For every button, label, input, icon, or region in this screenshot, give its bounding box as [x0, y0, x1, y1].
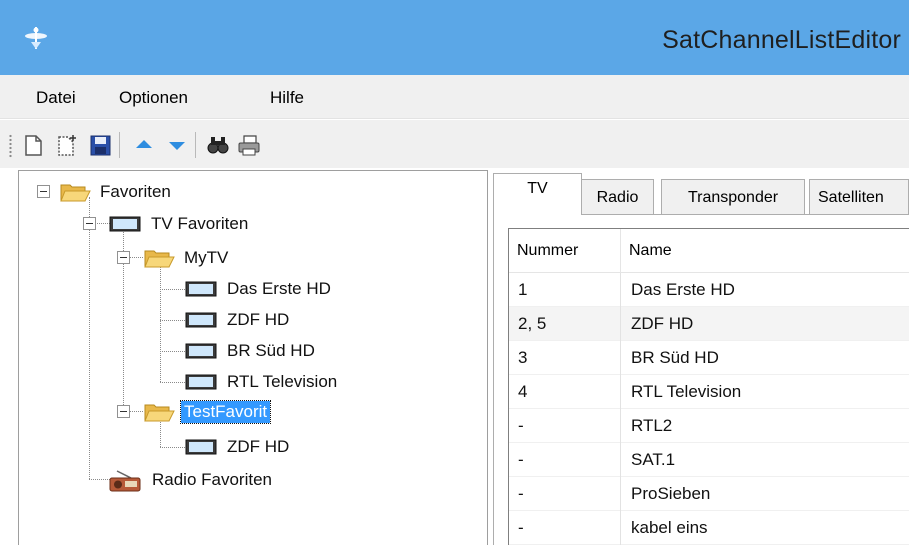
cell-nummer: - [509, 409, 621, 443]
tree-node-tv-favoriten[interactable]: TV Favoriten [109, 211, 251, 237]
tree-label: RTL Television [227, 372, 338, 391]
menu-optionen[interactable]: Optionen [119, 88, 188, 108]
cell-name: ZDF HD [631, 314, 694, 333]
column-header-name[interactable]: Name [621, 229, 909, 273]
tree-connector [160, 447, 185, 448]
cell-nummer: 4 [509, 375, 621, 409]
cell-nummer: - [509, 511, 621, 545]
cell-name: Das Erste HD [631, 280, 735, 299]
tree-connector [160, 351, 185, 352]
table-row[interactable]: 4 RTL Television [509, 375, 909, 409]
folder-open-icon [144, 250, 175, 268]
tab-tv[interactable]: TV [493, 173, 582, 215]
window-title: SatChannelListEditor [662, 26, 901, 54]
tab-strip: TV Radio Transponder Satelliten [493, 173, 909, 215]
tree-node-favoriten[interactable]: Favoriten [59, 179, 174, 205]
tv-icon [185, 312, 217, 328]
new-document-icon[interactable] [20, 132, 46, 158]
tree-node-channel[interactable]: Das Erste HD [185, 276, 334, 302]
tv-icon [185, 281, 217, 297]
menu-bar: Datei Optionen Hilfe [0, 75, 909, 119]
tree-label: Radio Favoriten [152, 470, 273, 489]
tab-radio[interactable]: Radio [581, 179, 654, 215]
cell-name: BR Süd HD [631, 348, 719, 367]
tab-satelliten[interactable]: Satelliten [809, 179, 909, 215]
tree-node-mytv[interactable]: MyTV [143, 245, 231, 271]
tab-transponder[interactable]: Transponder [661, 179, 805, 215]
tree-node-channel[interactable]: ZDF HD [185, 307, 292, 333]
save-icon[interactable] [87, 132, 113, 158]
cell-nummer: 2, 5 [509, 307, 621, 341]
tree-node-channel[interactable]: BR Süd HD [185, 338, 318, 364]
grid-header: Nummer Name [509, 229, 909, 273]
tree-label: Favoriten [100, 182, 171, 201]
menu-datei[interactable]: Datei [36, 88, 76, 108]
tree-label-selected: TestFavorit [179, 400, 272, 424]
radio-icon [109, 470, 141, 492]
tree-node-radio-favoriten[interactable]: Radio Favoriten [107, 467, 275, 493]
table-row[interactable]: - ProSieben [509, 477, 909, 511]
favorites-tree[interactable]: Favoriten TV Favoriten MyTV Das Erste HD… [18, 170, 488, 545]
channel-grid[interactable]: Nummer Name 1 Das Erste HD 2, 5 ZDF HD 3… [508, 228, 909, 545]
collapse-favoriten-button[interactable] [37, 185, 50, 198]
table-row[interactable]: 2, 5 ZDF HD [509, 307, 909, 341]
move-up-icon[interactable] [131, 132, 157, 158]
find-icon[interactable] [205, 132, 231, 158]
tree-label: Das Erste HD [227, 279, 331, 298]
table-row[interactable]: 1 Das Erste HD [509, 273, 909, 307]
cell-name: ProSieben [631, 484, 711, 503]
tv-icon [185, 439, 217, 455]
table-row[interactable]: - kabel eins [509, 511, 909, 545]
tree-label: ZDF HD [227, 310, 290, 329]
collapse-testfavorit-button[interactable] [117, 405, 130, 418]
tree-connector [89, 197, 90, 479]
tree-connector [160, 289, 185, 290]
collapse-tv-favoriten-button[interactable] [83, 217, 96, 230]
tree-label: BR Süd HD [227, 341, 315, 360]
toolbar-separator [119, 132, 120, 158]
tree-node-testfavorit[interactable]: TestFavorit [143, 399, 272, 425]
tv-icon [185, 374, 217, 390]
tree-node-channel[interactable]: ZDF HD [185, 434, 292, 460]
cell-name: RTL Television [631, 382, 742, 401]
cell-name: RTL2 [631, 416, 673, 435]
menu-hilfe[interactable]: Hilfe [270, 88, 304, 108]
tree-label: TV Favoriten [151, 214, 249, 233]
toolbar-grip[interactable] [9, 134, 12, 158]
tree-connector [160, 382, 185, 383]
title-bar[interactable]: SatChannelListEditor [0, 0, 909, 75]
cell-nummer: 1 [509, 273, 621, 307]
column-header-nummer[interactable]: Nummer [509, 229, 621, 273]
tree-connector [160, 320, 185, 321]
new-item-icon[interactable] [54, 132, 80, 158]
cell-name: kabel eins [631, 518, 708, 537]
cell-nummer: - [509, 477, 621, 511]
tree-node-channel[interactable]: RTL Television [185, 369, 340, 395]
collapse-mytv-button[interactable] [117, 251, 130, 264]
cell-nummer: - [509, 443, 621, 477]
satellite-icon [25, 27, 47, 49]
print-icon[interactable] [236, 132, 262, 158]
toolbar-separator [195, 132, 196, 158]
cell-name: SAT.1 [631, 450, 676, 469]
tv-icon [109, 216, 141, 232]
table-row[interactable]: 3 BR Süd HD [509, 341, 909, 375]
tree-label: MyTV [184, 248, 229, 267]
tree-connector [160, 263, 161, 382]
folder-open-icon [60, 184, 91, 202]
tree-label: ZDF HD [227, 437, 290, 456]
folder-open-icon [144, 404, 175, 422]
table-row[interactable]: - SAT.1 [509, 443, 909, 477]
toolbar [0, 120, 909, 168]
table-row[interactable]: - RTL2 [509, 409, 909, 443]
tv-icon [185, 343, 217, 359]
move-down-icon[interactable] [164, 132, 190, 158]
cell-nummer: 3 [509, 341, 621, 375]
